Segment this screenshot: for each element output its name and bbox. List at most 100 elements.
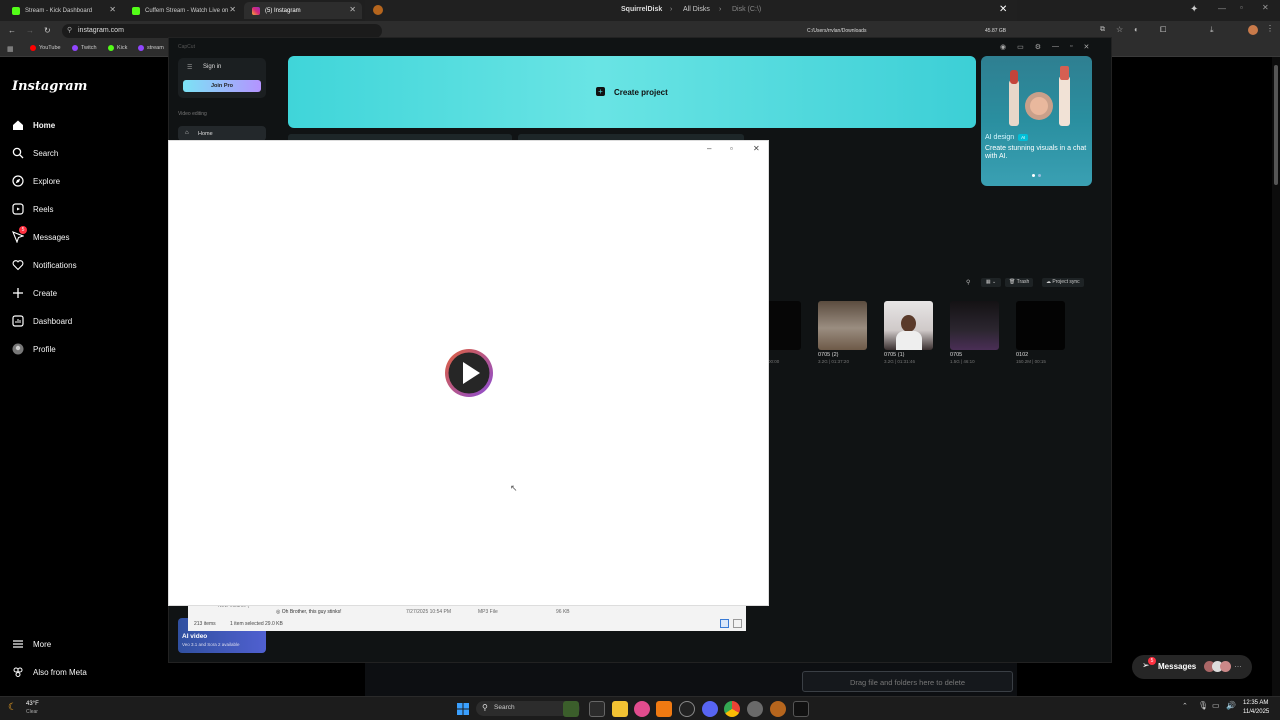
nav-messages[interactable]: 5 Messages [12,226,70,247]
maximize-icon[interactable]: ▫ [1070,43,1072,51]
close-icon[interactable]: ✕ [1084,43,1090,51]
nav-create[interactable]: Create [12,283,57,303]
nav-label: Also from Meta [33,667,87,677]
project-thumbnail[interactable] [950,301,999,350]
network-icon[interactable]: ▭ [1212,701,1220,710]
instagram-logo[interactable]: Instagram [12,79,87,94]
bookmark-kick[interactable]: Kick [108,45,127,51]
capcut-taskbar-icon[interactable] [793,701,809,717]
bookmark-label: Twitch [81,45,97,51]
minimize-icon[interactable]: — [1052,43,1059,51]
play-button[interactable] [444,348,494,398]
bookmark-youtube[interactable]: YouTube [30,45,61,51]
tab-cuffem-stream[interactable]: Cuffem Stream - Watch Live on ✕ [124,2,242,19]
search-icon[interactable]: ⚲ [966,279,970,286]
back-icon[interactable]: ← [8,26,16,35]
search-highlight-icon[interactable] [563,701,579,717]
project-thumbnail[interactable] [1016,301,1065,350]
nav-also-from-meta[interactable]: Also from Meta [12,662,87,682]
obs-icon[interactable] [679,701,695,717]
windows-start-icon[interactable] [455,701,471,717]
bookmark-stream[interactable]: stream [138,45,164,51]
nav-explore[interactable]: Explore [12,171,60,191]
maximize-icon[interactable]: ▫ [730,144,733,153]
close-icon[interactable]: ✕ [753,144,760,153]
url-input[interactable]: ⚲ instagram.com [62,24,382,38]
tab-kick-dashboard[interactable]: Stream - Kick Dashboard ✕ [4,2,122,19]
reload-icon[interactable]: ↻ [44,26,51,35]
microphone-icon[interactable]: 🎙 [1198,701,1208,710]
clock-time[interactable]: 12:35 AM [1243,700,1268,706]
tiles-view-button[interactable] [733,619,742,628]
bookmark-twitch[interactable]: Twitch [72,45,97,51]
apps-grid-icon[interactable]: ▦ [7,45,14,53]
close-icon[interactable]: ✕ [109,5,116,14]
forward-icon[interactable]: → [26,26,34,35]
close-icon[interactable]: ✕ [229,5,236,14]
weather-moon-icon[interactable]: ☾ [8,702,17,713]
file-explorer-icon[interactable] [612,701,628,717]
tab-instagram[interactable]: (5) Instagram ✕ [244,2,362,19]
chevron-up-icon[interactable]: ⌃ [1182,702,1188,710]
nav-label: Messages [33,232,70,242]
vlc-icon[interactable] [656,701,672,717]
settings-icon[interactable] [747,701,763,717]
create-project-button[interactable]: + Create project [288,56,976,128]
details-view-button[interactable] [720,619,729,628]
project-sync-button[interactable]: ☁ Project sync [1042,278,1084,287]
bookmark-label: Kick [117,45,128,51]
view-toggle-button[interactable]: ▦ ⌄ [981,278,1001,287]
extension-icon[interactable]: ◐ [1134,25,1139,34]
sidebar-item-home[interactable]: ⌂ Home [178,126,266,141]
nav-dashboard[interactable]: Dashboard [12,311,72,331]
open-in-app-icon[interactable]: ⧉ [1100,26,1105,34]
nav-profile[interactable]: Profile [12,339,56,359]
bookmark-star-icon[interactable]: ☆ [1116,25,1123,34]
delete-drop-zone[interactable]: Drag file and folders here to delete [802,671,1013,692]
messages-pill[interactable]: ➢ 5 Messages … [1132,655,1252,679]
project-thumbnail[interactable] [818,301,867,350]
join-pro-button[interactable]: Join Pro [183,80,261,92]
minimize-icon[interactable]: – [707,144,711,153]
site-info-icon[interactable]: ⚲ [67,24,72,38]
ai-design-card[interactable]: AI design AI Create stunning visuals in … [981,56,1092,186]
squirreldisk-taskbar-icon[interactable] [770,701,786,717]
nav-home[interactable]: Home [12,115,55,135]
app-title[interactable]: SquirrelDisk [621,6,662,13]
itunes-icon[interactable] [634,701,650,717]
nav-search[interactable]: Search [12,143,58,163]
record-icon[interactable]: ◉ [1000,43,1006,51]
profile-avatar[interactable] [1248,25,1258,35]
download-icon[interactable]: ⤓ [1210,25,1214,35]
carousel-dot[interactable] [1038,174,1041,177]
close-icon[interactable]: ✕ [999,4,1007,15]
close-window-icon[interactable]: ✕ [1262,3,1269,12]
feedback-icon[interactable]: ▭ [1017,43,1024,51]
nav-reels[interactable]: Reels [12,199,53,219]
settings-icon[interactable]: ⚙ [1035,43,1041,51]
nav-more[interactable]: More [12,634,51,654]
close-icon[interactable]: ✕ [349,5,356,14]
breadcrumb-all-disks[interactable]: All Disks [683,6,710,13]
trash-button[interactable]: 🗑 Trash [1005,278,1034,287]
weather-temp[interactable]: 43°F [26,701,39,707]
chrome-icon[interactable] [724,701,740,717]
carousel-dot[interactable] [1032,174,1035,177]
discord-icon[interactable] [702,701,718,717]
breadcrumb-disk[interactable]: Disk (C:\) [732,6,761,13]
extensions-puzzle-icon[interactable]: ⧠ [1160,25,1166,35]
sign-in-link[interactable]: Sign in [203,64,221,70]
file-row[interactable]: ◎ Oh Brother, this guy stinks! [276,609,342,615]
task-view-icon[interactable] [589,701,605,717]
volume-icon[interactable]: 🔊 [1226,701,1236,710]
sparkle-icon[interactable]: ✦ [1190,4,1198,15]
kebab-menu-icon[interactable]: ⋮ [1266,24,1274,33]
minimize-icon[interactable]: — [1218,4,1226,13]
clock-date[interactable]: 11/4/2025 [1243,709,1269,715]
nav-notifications[interactable]: Notifications [12,255,77,275]
project-thumbnail[interactable] [884,301,933,350]
more-icon: … [1234,660,1242,669]
scrollbar-thumb[interactable] [1274,65,1278,185]
maximize-icon[interactable]: ▫ [1240,3,1243,12]
weather-desc[interactable]: Clear [26,709,38,715]
